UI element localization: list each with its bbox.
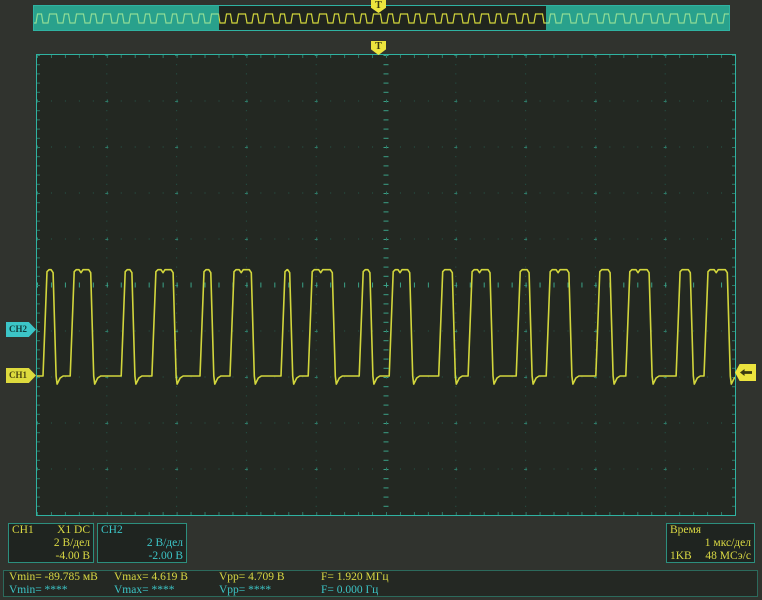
ch2-measurements-row: Vmin= **** Vmax= **** Vpp= **** F= 0.000…	[4, 584, 757, 597]
ch2-vpp: Vpp= ****	[219, 584, 321, 597]
sample-rate: 48 МСэ/с	[705, 550, 751, 563]
ch1-coupling: X1 DC	[57, 524, 90, 537]
ch1-measurements-row: Vmin= -89.785 мВ Vmax= 4.619 В Vpp= 4.70…	[4, 571, 757, 584]
ch1-label: CH1	[12, 524, 34, 537]
oscilloscope-screen: T T CH2 CH1 CH1 X1 DC 2 В/дел -4.00 В CH…	[0, 0, 762, 600]
ch2-vmin: Vmin= ****	[9, 584, 114, 597]
overview-trigger-label: T	[375, 0, 382, 11]
ch1-scale: 2 В/дел	[54, 537, 90, 550]
ch2-info-box[interactable]: CH2 2 В/дел -2.00 В	[97, 523, 187, 563]
ch2-position-marker[interactable]: CH2	[6, 322, 36, 337]
memory-depth: 1KB	[670, 550, 692, 563]
timebase-title: Время	[670, 524, 701, 537]
timebase-info-box[interactable]: Время 1 мкс/дел 1KB 48 МСэ/с	[666, 523, 755, 563]
ch2-freq: F= 0.000 Гц	[321, 584, 757, 597]
ch2-position-value: -2.00 В	[149, 550, 184, 563]
ch1-info-box[interactable]: CH1 X1 DC 2 В/дел -4.00 В	[8, 523, 94, 563]
timebase-scale: 1 мкс/дел	[705, 537, 751, 550]
ch1-vmax: Vmax= 4.619 В	[114, 571, 219, 584]
ch2-scale: 2 В/дел	[147, 537, 183, 550]
trigger-level-marker[interactable]	[735, 364, 756, 381]
ch1-waveform-trace	[37, 55, 735, 515]
ch2-vmax: Vmax= ****	[114, 584, 219, 597]
measurements-bar: Vmin= -89.785 мВ Vmax= 4.619 В Vpp= 4.70…	[3, 570, 758, 597]
ch1-vpp: Vpp= 4.709 В	[219, 571, 321, 584]
ch1-vmin: Vmin= -89.785 мВ	[9, 571, 114, 584]
ch1-position-marker[interactable]: CH1	[6, 368, 36, 383]
ch1-position-value: -4.00 В	[56, 550, 91, 563]
waveform-display	[36, 54, 736, 516]
left-arrow-icon	[740, 369, 752, 376]
trigger-position-marker[interactable]: T	[371, 41, 386, 55]
ch1-freq: F= 1.920 МГц	[321, 571, 757, 584]
ch2-label: CH2	[101, 524, 123, 537]
trigger-position-label: T	[375, 41, 382, 52]
